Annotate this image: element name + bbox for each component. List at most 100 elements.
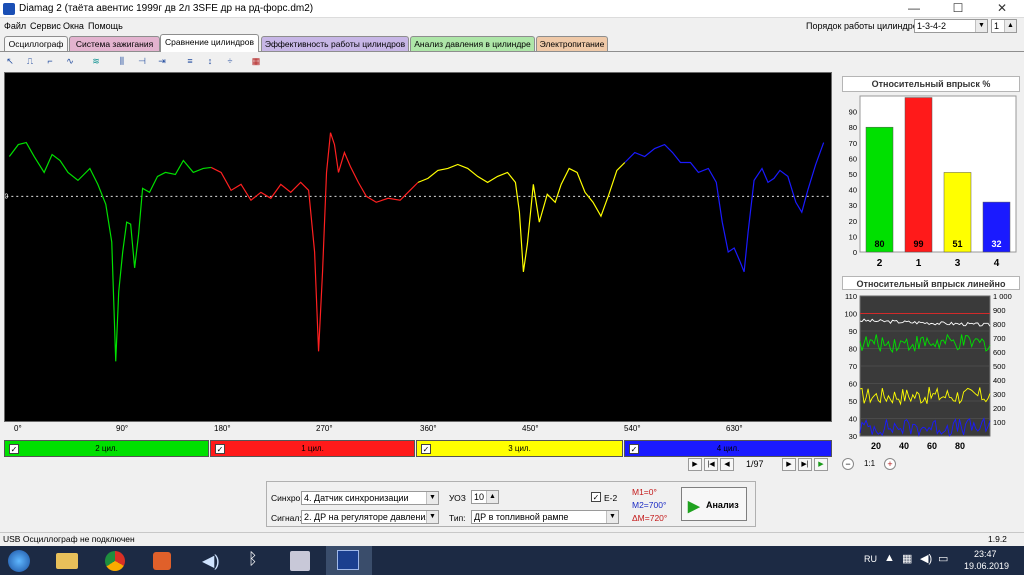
bar-y-tick-label: 30 bbox=[849, 201, 857, 210]
injection-line-chart: 30 40 50 60 70 80 90 100 110 100 200 300 400 500 600 70… bbox=[844, 292, 1011, 451]
line-y-left-tick-label: 90 bbox=[849, 327, 857, 336]
scroll-right-icon[interactable]: ▶ bbox=[688, 458, 702, 471]
bluetooth-taskbar-button[interactable]: ᛒ bbox=[232, 546, 278, 575]
line-y-left-tick-label: 70 bbox=[849, 362, 857, 371]
title-bar: Diamag 2 (таёта авентис 1999г дв 2л 3SFE… bbox=[0, 0, 1024, 18]
type-select[interactable]: ДР в топливной рампе ▼ bbox=[471, 510, 619, 524]
volume-icon[interactable]: ◀) bbox=[920, 552, 932, 565]
bar-y-tick-label: 20 bbox=[849, 217, 857, 226]
battery-icon[interactable]: ▭ bbox=[938, 552, 948, 565]
tab-oscilloscope[interactable]: Осциллограф bbox=[4, 36, 68, 51]
pdf-taskbar-button[interactable] bbox=[278, 546, 324, 575]
cylinder-2-label: 2 цил. bbox=[95, 444, 118, 453]
tab-power-supply[interactable]: Электропитание bbox=[536, 36, 608, 51]
bluetooth-icon: ᛒ bbox=[248, 551, 258, 568]
step-tool-icon[interactable]: ⌐ bbox=[42, 53, 58, 69]
clock-date: 19.06.2019 bbox=[964, 561, 1010, 571]
tray-arrow-icon[interactable]: ▲ bbox=[884, 552, 895, 564]
grid-tool-icon[interactable]: ≡ bbox=[182, 53, 198, 69]
scale-tool-icon[interactable]: ↕ bbox=[202, 53, 218, 69]
language-indicator[interactable]: RU bbox=[864, 554, 877, 564]
diamag-taskbar-button[interactable] bbox=[326, 546, 372, 575]
zoom-out-icon[interactable]: − bbox=[842, 458, 854, 470]
signal-label: Сигнал: bbox=[271, 513, 302, 523]
oscilloscope-plot[interactable]: 0 bbox=[4, 72, 832, 422]
menu-windows[interactable]: Окна bbox=[63, 21, 84, 31]
last-page-icon[interactable]: ▶| bbox=[798, 458, 812, 471]
app-icon bbox=[3, 3, 15, 15]
tab-cylinder-efficiency[interactable]: Эффективность работы цилиндров bbox=[261, 36, 409, 51]
cylinder-number-spinner[interactable]: 1 ▲ bbox=[991, 19, 1017, 33]
uoz-value: 10 bbox=[474, 492, 485, 502]
play-icon[interactable]: ▶ bbox=[814, 458, 828, 471]
chrome-taskbar-button[interactable] bbox=[92, 546, 138, 575]
type-value: ДР в топливной рампе bbox=[474, 512, 569, 522]
cylinder-order-select[interactable]: 1-3-4-2 ▼ bbox=[914, 19, 988, 33]
marker-delta: ΔM=720° bbox=[632, 513, 668, 523]
cylinder-2-checkbox[interactable]: ✓ bbox=[9, 444, 19, 454]
cylinder-1-checkbox[interactable]: ✓ bbox=[215, 444, 225, 454]
status-text: USB Осциллограф не подключен bbox=[3, 534, 135, 544]
tab-cylinder-compare[interactable]: Сравнение цилиндров bbox=[160, 34, 259, 52]
analyze-button[interactable]: ▶ Анализ bbox=[681, 487, 747, 521]
close-button[interactable]: ✕ bbox=[980, 0, 1024, 18]
shift-tool-icon[interactable]: ⇥ bbox=[154, 53, 170, 69]
media-taskbar-button[interactable] bbox=[140, 546, 186, 575]
minimize-button[interactable]: — bbox=[892, 0, 936, 18]
e2-checkbox[interactable]: ✓ bbox=[591, 492, 601, 502]
line-x-tick-label: 80 bbox=[955, 441, 965, 451]
bar-category-label: 1 bbox=[916, 258, 922, 269]
waveform-cylinder-3 bbox=[417, 162, 626, 272]
type-label: Тип: bbox=[449, 513, 466, 523]
bar-y-tick-label: 90 bbox=[849, 108, 857, 117]
menu-file[interactable]: Файл bbox=[4, 21, 26, 31]
cursor-tool-icon[interactable]: ↖ bbox=[2, 53, 18, 69]
waveform-cylinder-4 bbox=[624, 142, 825, 273]
angle-axis: 0° 90° 180° 270° 360° 450° 540° 630° bbox=[4, 424, 832, 438]
start-button[interactable] bbox=[0, 546, 40, 575]
bar-y-tick-label: 0 bbox=[853, 248, 857, 257]
bar-y-tick-label: 10 bbox=[849, 232, 857, 241]
bar-category-label: 2 bbox=[877, 258, 883, 269]
zoom-in-icon[interactable]: + bbox=[884, 458, 896, 470]
axis-tick-label: 270° bbox=[316, 424, 333, 433]
menu-help[interactable]: Помощь bbox=[88, 21, 123, 31]
sync-select[interactable]: 4. Датчик синхронизации ▼ bbox=[301, 491, 439, 505]
markers-tool-icon[interactable]: ⫼ bbox=[114, 53, 130, 69]
cylinder-2-strip[interactable]: ✓ 2 цил. bbox=[4, 440, 209, 457]
prev-page-icon[interactable]: ◀ bbox=[720, 458, 734, 471]
wave-tool-icon[interactable]: ∿ bbox=[62, 53, 78, 69]
line-y-left-tick-label: 30 bbox=[849, 432, 857, 441]
maximize-button[interactable]: ☐ bbox=[936, 0, 980, 18]
sound-taskbar-button[interactable]: ◀) bbox=[188, 546, 234, 575]
align-tool-icon[interactable]: ⊣ bbox=[134, 53, 150, 69]
uoz-spinner[interactable]: 10 ▲ bbox=[471, 490, 499, 504]
cylinder-3-strip[interactable]: ✓ 3 цил. bbox=[416, 440, 623, 457]
pulse-tool-icon[interactable]: ⎍ bbox=[22, 53, 38, 69]
spin-icon: ▲ bbox=[1004, 20, 1016, 32]
tab-pressure-analysis[interactable]: Анализ давления в цилиндре bbox=[410, 36, 535, 51]
cylinder-4-strip[interactable]: ✓ 4 цил. bbox=[624, 440, 832, 457]
status-bar: USB Осциллограф не подключен 1.9.2 bbox=[0, 532, 1024, 546]
bar-data-label: 51 bbox=[952, 239, 962, 249]
cylinder-4-checkbox[interactable]: ✓ bbox=[629, 444, 639, 454]
cylinder-3-checkbox[interactable]: ✓ bbox=[421, 444, 431, 454]
report-tool-icon[interactable]: ▦ bbox=[248, 53, 264, 69]
line-y-left-tick-label: 50 bbox=[849, 397, 857, 406]
tab-ignition[interactable]: Система зажигания bbox=[69, 36, 160, 51]
cylinder-1-strip[interactable]: ✓ 1 цил. bbox=[210, 440, 415, 457]
center-tool-icon[interactable]: ÷ bbox=[222, 53, 238, 69]
signal-select[interactable]: 2. ДР на регуляторе давления ▼ bbox=[301, 510, 439, 524]
axis-tick-label: 360° bbox=[420, 424, 437, 433]
next-page-icon[interactable]: ▶ bbox=[782, 458, 796, 471]
bar-y-tick-label: 60 bbox=[849, 154, 857, 163]
marker-m1: M1=0° bbox=[632, 487, 657, 497]
network-icon[interactable]: ▦ bbox=[902, 552, 912, 565]
line-y-left-tick-label: 80 bbox=[849, 345, 857, 354]
speaker-icon: ◀) bbox=[202, 553, 220, 570]
explorer-taskbar-button[interactable] bbox=[44, 546, 90, 575]
layers-tool-icon[interactable]: ≋ bbox=[88, 53, 104, 69]
menu-service[interactable]: Сервис bbox=[30, 21, 61, 31]
first-page-icon[interactable]: |◀ bbox=[704, 458, 718, 471]
cylinder-order-value: 1-3-4-2 bbox=[917, 21, 947, 31]
